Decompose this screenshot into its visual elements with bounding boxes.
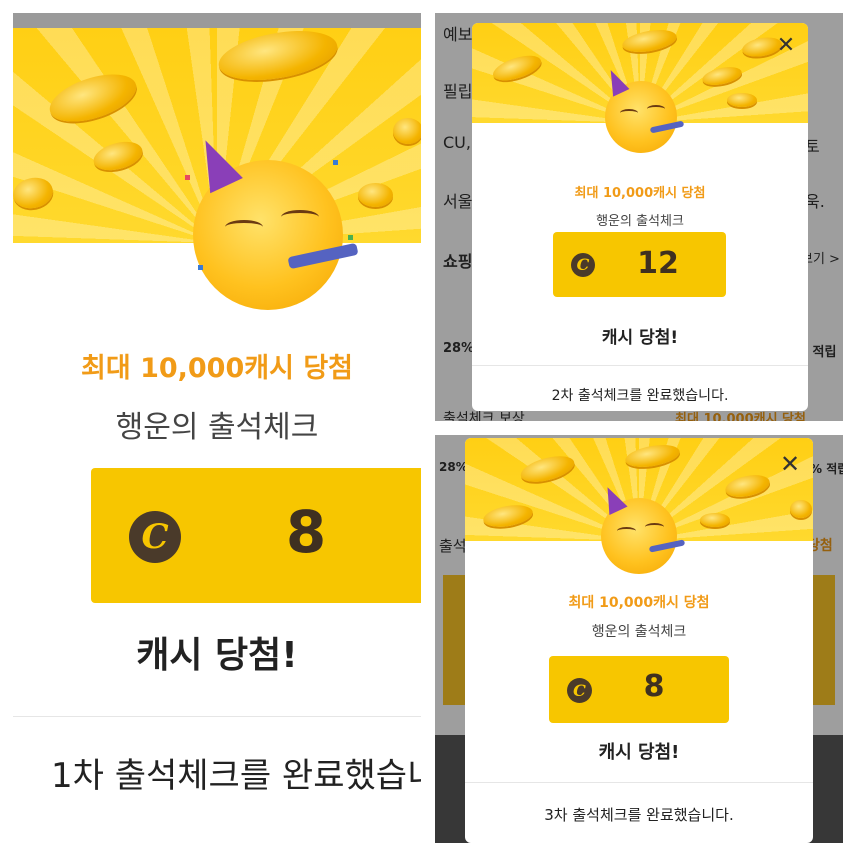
attendance-popup-panel-3: 28% % 적립 출석 당첨 ✕ 최대 10,000캐시 당첨 행운의 출석체크… xyxy=(435,435,843,843)
lucky-attendance-subtitle: 행운의 출석체크 xyxy=(596,214,684,229)
divider xyxy=(13,716,421,717)
attendance-popup-3: ✕ 최대 10,000캐시 당첨 행운의 출석체크 C 8 캐시 당첨! 3차 … xyxy=(465,438,813,843)
cash-won-label: 캐시 당첨! xyxy=(136,635,298,676)
cash-won-label: 캐시 당첨! xyxy=(601,328,679,348)
attendance-popup-panel-1: 최대 10,000캐시 당첨 행운의 출석체크 C 8 캐시 당첨! 1차 출석… xyxy=(13,13,421,843)
divider xyxy=(465,782,813,783)
cash-won-label: 캐시 당첨! xyxy=(598,742,680,763)
coin-decoration xyxy=(700,513,730,527)
screenshot-collage: 최대 10,000캐시 당첨 행운의 출석체크 C 8 캐시 당첨! 1차 출석… xyxy=(0,0,856,856)
cash-amount: 8 xyxy=(643,669,665,704)
cash-amount: 8 xyxy=(285,498,327,566)
attendance-popup-1: 최대 10,000캐시 당첨 행운의 출석체크 C 8 캐시 당첨! 1차 출석… xyxy=(13,28,421,843)
coin-decoration xyxy=(727,93,757,107)
coin-decoration xyxy=(790,500,812,518)
cash-coin-icon: C xyxy=(571,253,595,277)
coin-decoration xyxy=(393,118,421,144)
attendance-complete-message: 1차 출석체크를 완료했습니다. xyxy=(51,756,421,796)
close-icon[interactable]: ✕ xyxy=(777,452,803,478)
party-face-icon xyxy=(599,66,685,159)
cash-amount-box: C 8 xyxy=(91,468,421,603)
max-cash-caption: 최대 10,000캐시 당첨 xyxy=(574,186,706,201)
coin-decoration xyxy=(358,183,393,207)
lucky-attendance-subtitle: 행운의 출석체크 xyxy=(115,410,319,445)
cash-coin-icon: C xyxy=(129,511,181,563)
max-cash-caption: 최대 10,000캐시 당첨 xyxy=(80,353,354,384)
attendance-popup-panel-2: 예보 필립 CU, 서울 토 욱. 쇼핑 보기 > 28% % 적립 출석체크 … xyxy=(435,13,843,421)
party-face-icon xyxy=(595,482,686,580)
lucky-attendance-subtitle: 행운의 출석체크 xyxy=(591,624,687,640)
cash-amount-box: C 8 xyxy=(549,656,729,723)
party-face-icon xyxy=(183,132,359,320)
attendance-popup-2: ✕ 최대 10,000캐시 당첨 행운의 출석체크 C 12 캐시 당첨! 2차… xyxy=(472,23,808,411)
divider xyxy=(472,365,808,366)
cash-amount: 12 xyxy=(637,246,679,281)
cash-coin-icon: C xyxy=(567,678,592,703)
attendance-complete-message: 2차 출석체크를 완료했습니다. xyxy=(551,388,729,404)
close-icon[interactable]: ✕ xyxy=(774,35,798,59)
max-cash-caption: 최대 10,000캐시 당첨 xyxy=(568,595,710,611)
cash-amount-box: C 12 xyxy=(553,232,726,297)
attendance-complete-message: 3차 출석체크를 완료했습니다. xyxy=(544,806,734,824)
